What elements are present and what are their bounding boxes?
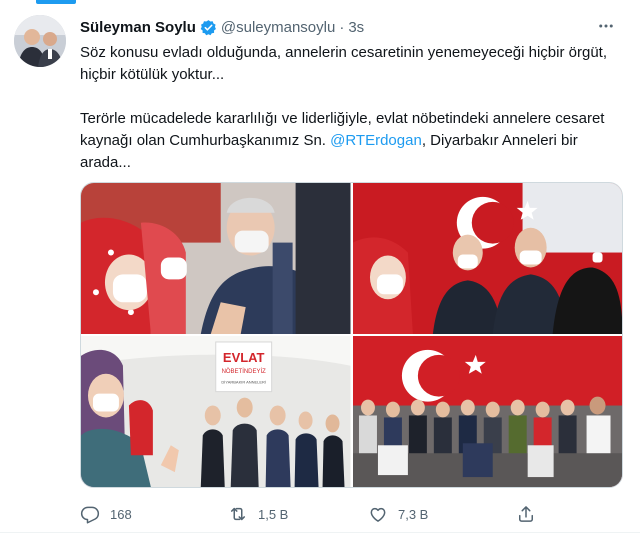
author-handle[interactable]: @suleymansoylu (221, 19, 335, 36)
avatar[interactable] (14, 15, 66, 67)
retweet-count: 1,5 B (258, 506, 289, 522)
retweet-icon (228, 504, 248, 524)
sign-title: EVLAT (223, 350, 265, 365)
retweet-button[interactable]: 1,5 B (228, 500, 288, 528)
verified-badge-icon (200, 19, 217, 36)
tweet-header: Süleyman Soylu @suleymansoylu · 3s (80, 16, 364, 38)
share-button[interactable] (516, 500, 546, 528)
sign-subtitle: NÖBETİNDEYİZ (222, 368, 267, 375)
photo-evlat-sign[interactable]: EVLAT NÖBETİNDEYİZ DİYARBAKIR ANNELERİ (81, 336, 351, 487)
separator-dot: · (339, 18, 345, 36)
tweet-timestamp[interactable]: 3s (348, 19, 364, 36)
mention-link[interactable]: @RTErdogan (330, 132, 422, 149)
tweet-media-grid: EVLAT NÖBETİNDEYİZ DİYARBAKIR ANNELERİ (80, 182, 623, 488)
tweet-paragraph-2: Terörle mücadelede kararlılığı ve liderl… (80, 108, 625, 174)
photo-mother-handshake[interactable] (81, 183, 351, 334)
like-button[interactable]: 7,3 B (368, 500, 428, 528)
reply-button[interactable]: 168 (80, 500, 132, 528)
like-icon (368, 504, 388, 524)
tweet-paragraph-1: Söz konusu evladı olduğunda, annelerin c… (80, 44, 607, 83)
bottom-divider (0, 532, 640, 533)
photo-group-flag[interactable] (352, 336, 622, 487)
like-count: 7,3 B (398, 506, 429, 522)
tweet-actions: 168 1,5 B 7,3 B (80, 500, 540, 528)
author-name[interactable]: Süleyman Soylu (80, 19, 196, 36)
photo-tent-gathering[interactable] (352, 183, 622, 334)
tweet-text: Söz konusu evladı olduğunda, annelerin c… (80, 42, 625, 174)
top-accent-bar (36, 0, 76, 4)
reply-icon (80, 504, 100, 524)
share-icon (516, 504, 536, 524)
reply-count: 168 (110, 506, 132, 522)
sign-small-text: DİYARBAKIR ANNELERİ (221, 380, 266, 385)
more-icon[interactable] (592, 14, 620, 38)
